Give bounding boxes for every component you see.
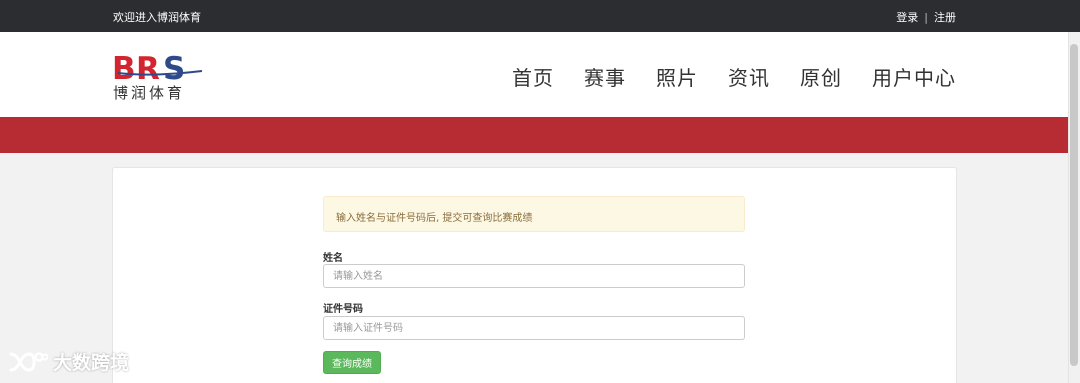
nav-user-center[interactable]: 用户中心 bbox=[872, 62, 956, 91]
name-label: 姓名 bbox=[323, 253, 343, 264]
query-results-button[interactable]: 查询成绩 bbox=[323, 351, 381, 374]
watermark-text: 大数跨境 bbox=[53, 352, 130, 374]
svg-text:B: B bbox=[112, 51, 135, 87]
auth-separator: | bbox=[924, 10, 928, 24]
nav-news[interactable]: 资讯 bbox=[728, 62, 770, 91]
svg-text:博润体育: 博润体育 bbox=[113, 84, 185, 102]
site-header: B R S 博润体育 首页 赛事 照片 资讯 原创 用户中心 bbox=[0, 32, 1080, 117]
nav-home[interactable]: 首页 bbox=[512, 62, 554, 91]
brs-logo[interactable]: B R S 博润体育 bbox=[112, 50, 204, 102]
svg-text:S: S bbox=[163, 51, 185, 87]
watermark: 大数跨境 bbox=[8, 348, 129, 375]
nav-original[interactable]: 原创 bbox=[800, 62, 842, 91]
nav-events[interactable]: 赛事 bbox=[584, 62, 626, 91]
welcome-text: 欢迎进入博润体育 bbox=[113, 11, 201, 24]
svg-text:R: R bbox=[136, 51, 160, 87]
notice-alert: 输入姓名与证件号码后, 提交可查询比赛成绩 bbox=[323, 196, 745, 232]
nav-photos[interactable]: 照片 bbox=[656, 62, 698, 91]
login-link[interactable]: 登录 bbox=[896, 9, 918, 25]
red-banner bbox=[0, 117, 1080, 153]
name-input[interactable] bbox=[323, 264, 745, 288]
top-bar: 欢迎进入博润体育 登录 | 注册 bbox=[0, 0, 1080, 32]
scrollbar-thumb[interactable] bbox=[1070, 44, 1078, 366]
main-nav: 首页 赛事 照片 资讯 原创 用户中心 bbox=[512, 62, 956, 91]
auth-links: 登录 | 注册 bbox=[896, 9, 956, 25]
id-number-label: 证件号码 bbox=[323, 304, 363, 315]
id-number-input[interactable] bbox=[323, 316, 745, 340]
register-link[interactable]: 注册 bbox=[934, 9, 956, 25]
wechat-channel-icon bbox=[8, 349, 48, 375]
